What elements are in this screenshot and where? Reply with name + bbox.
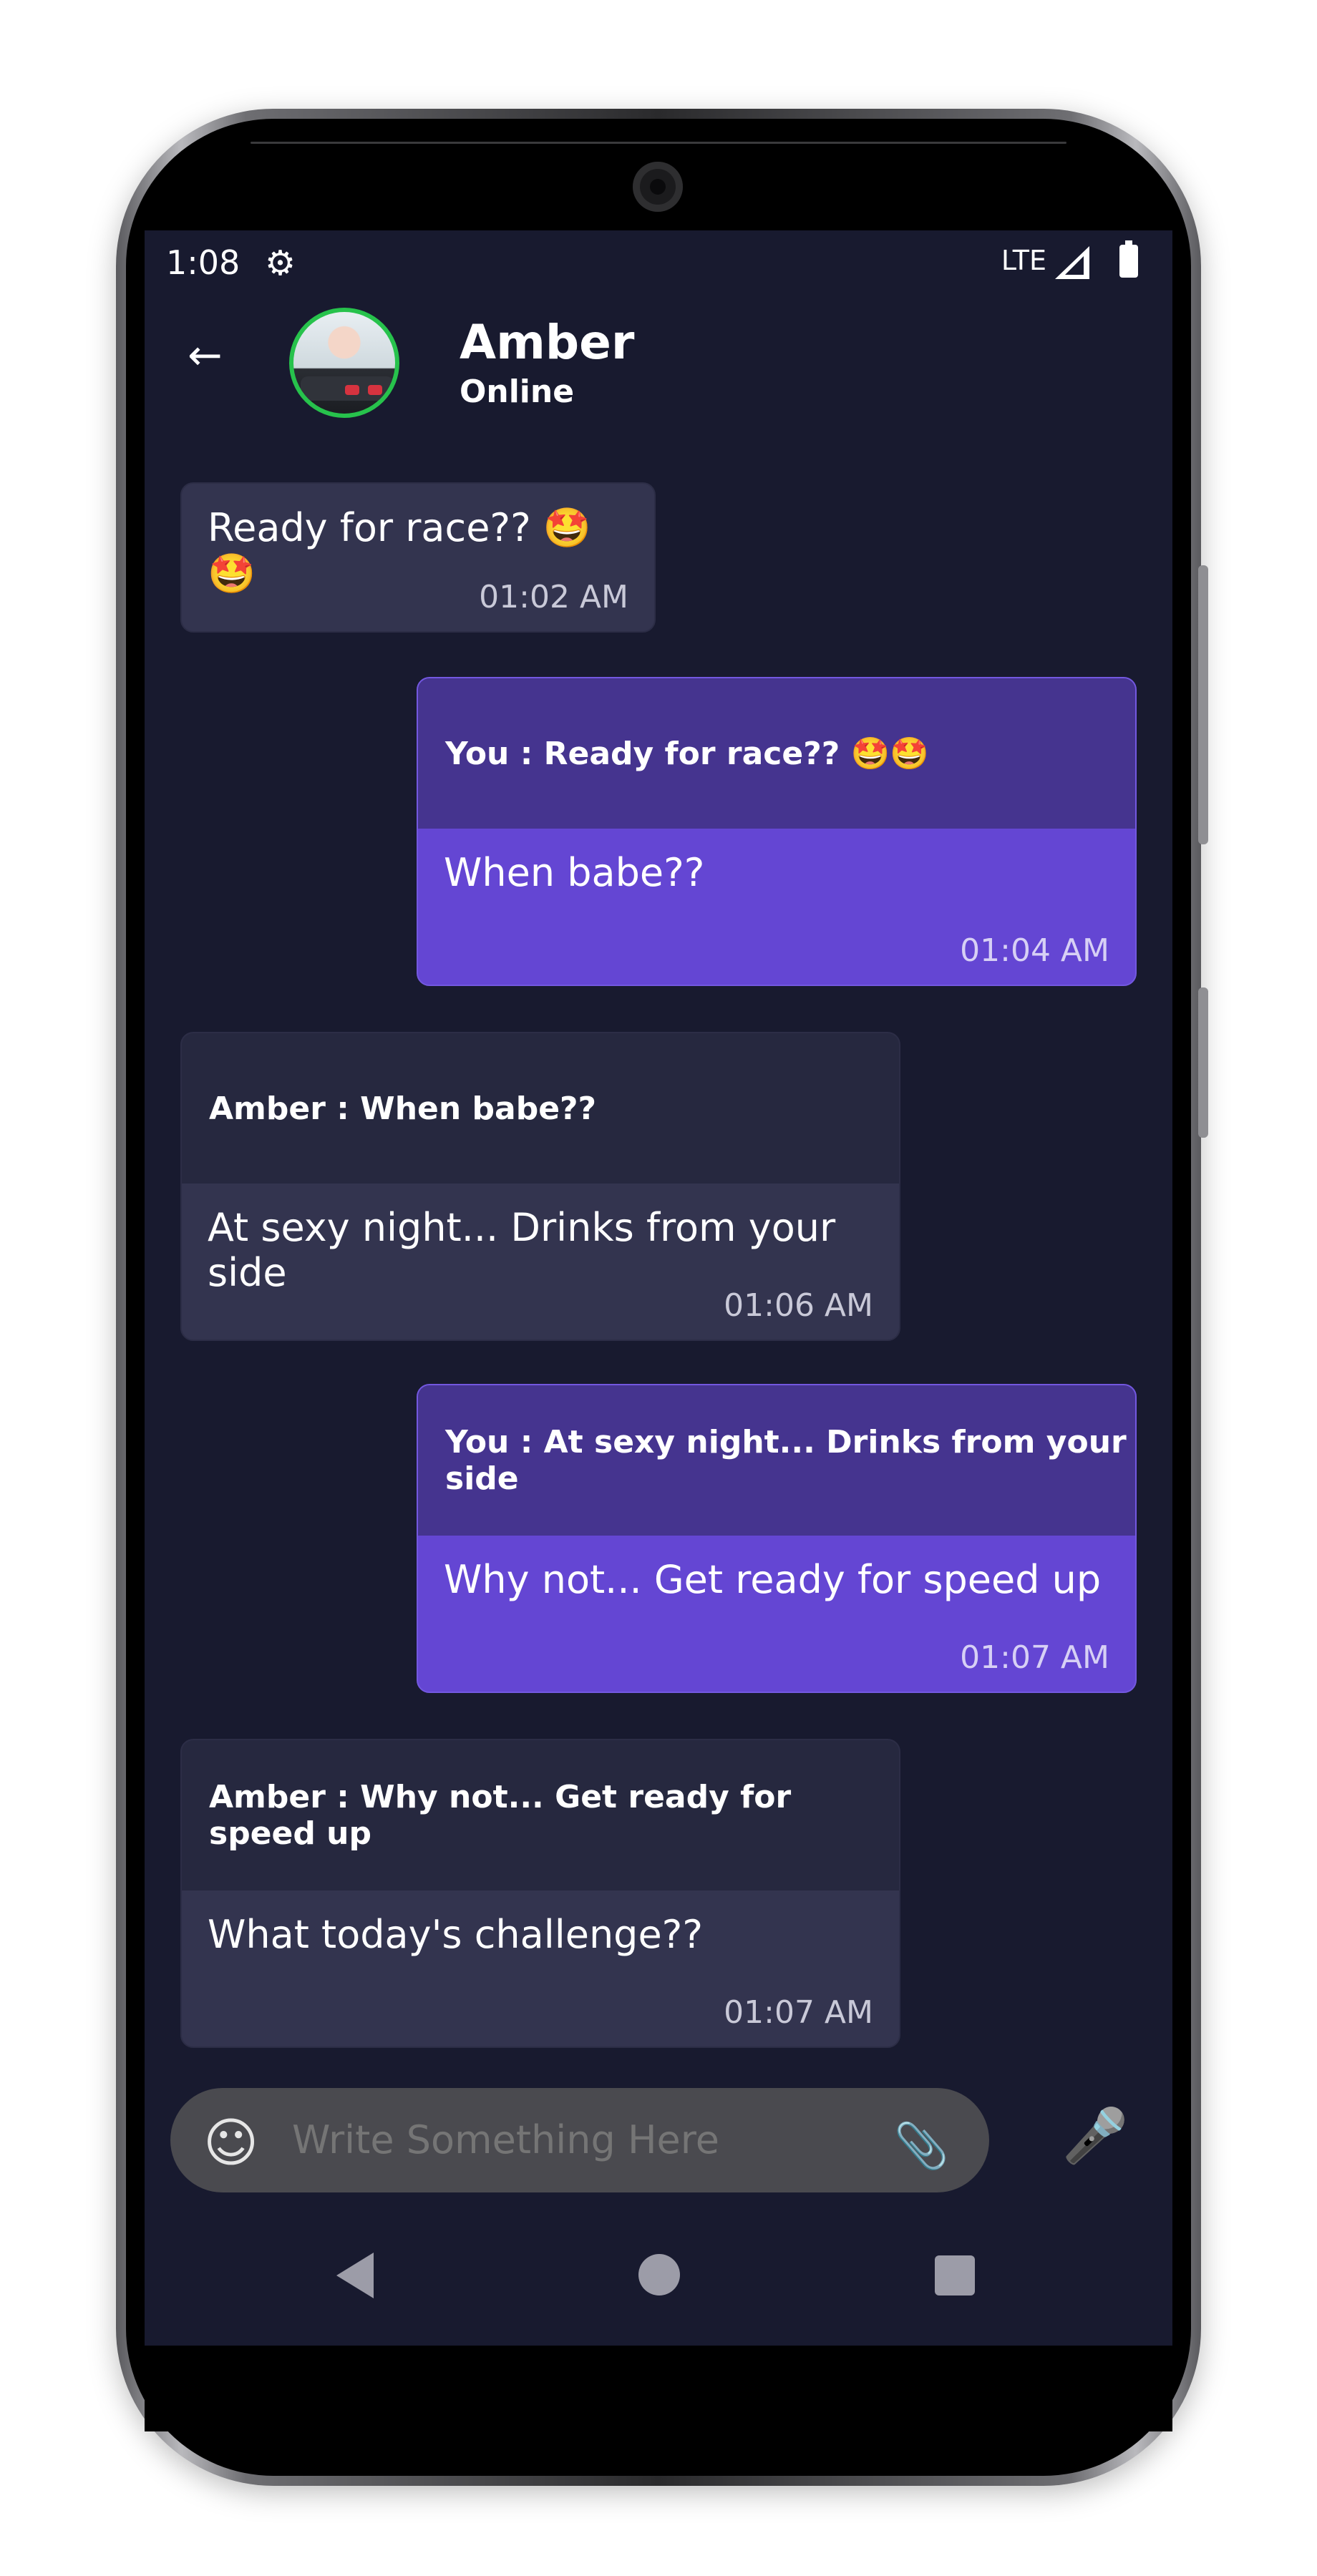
message-time: 01:04 AM: [960, 932, 1109, 969]
nav-recents-icon[interactable]: [935, 2255, 975, 2296]
gear-icon: ⚙: [265, 243, 296, 283]
message-outgoing[interactable]: You : At sexy night... Drinks from your …: [417, 1384, 1137, 1693]
bottom-bezel: [145, 2346, 1172, 2431]
message-outgoing[interactable]: You : Ready for race?? 🤩🤩 When babe?? 01…: [417, 677, 1137, 986]
nav-back-icon[interactable]: [336, 2253, 374, 2298]
power-button: [1198, 565, 1208, 844]
message-input[interactable]: [291, 2117, 794, 2163]
battery-icon: [1119, 240, 1138, 278]
quoted-message: You : At sexy night... Drinks from your …: [418, 1385, 1135, 1536]
chat-header: ← Amber Online: [145, 295, 1172, 418]
earpiece-speaker: [251, 142, 1066, 144]
message-time: 01:07 AM: [960, 1639, 1109, 1676]
quoted-message: Amber : Why not... Get ready for speed u…: [182, 1740, 899, 1890]
avatar-taillight-right: [368, 385, 382, 395]
message-text: When babe??: [444, 850, 705, 895]
avatar-taillight-left: [345, 385, 359, 395]
message-text: At sexy night... Drinks from your side: [208, 1205, 836, 1295]
arrow-left-icon[interactable]: ←: [188, 331, 223, 379]
message-incoming[interactable]: Ready for race?? 🤩🤩 01:02 AM: [180, 482, 656, 633]
microphone-icon[interactable]: 🎤: [1062, 2105, 1128, 2167]
smiley-icon[interactable]: ☺: [203, 2112, 258, 2174]
message-composer: ☺ 📎: [170, 2088, 989, 2192]
nav-home-icon[interactable]: [638, 2254, 680, 2296]
message-incoming[interactable]: Amber : When babe?? At sexy night... Dri…: [180, 1032, 900, 1341]
message-text: Why not... Get ready for speed up: [444, 1557, 1102, 1602]
contact-name[interactable]: Amber: [460, 315, 634, 370]
quoted-message: Amber : When babe??: [182, 1033, 899, 1184]
message-text: What today's challenge??: [208, 1912, 704, 1957]
message-time: 01:06 AM: [724, 1287, 873, 1324]
status-bar: 1:08 ⚙ LTE: [145, 230, 1172, 295]
message-time: 01:02 AM: [479, 579, 628, 615]
front-camera: [633, 162, 683, 212]
status-time: 1:08: [166, 243, 240, 282]
chat-screen: 1:08 ⚙ LTE ← Amber Online Ready for race…: [145, 230, 1172, 2346]
network-type: LTE: [1001, 245, 1046, 276]
contact-status: Online: [460, 374, 575, 410]
signal-icon: [1055, 246, 1089, 279]
system-nav-bar: [145, 2227, 1172, 2341]
paperclip-icon[interactable]: 📎: [894, 2119, 949, 2172]
quoted-message: You : Ready for race?? 🤩🤩: [418, 678, 1135, 829]
avatar[interactable]: [289, 308, 399, 418]
message-time: 01:07 AM: [724, 1994, 873, 2031]
message-incoming[interactable]: Amber : Why not... Get ready for speed u…: [180, 1739, 900, 2048]
volume-button: [1198, 987, 1208, 1138]
